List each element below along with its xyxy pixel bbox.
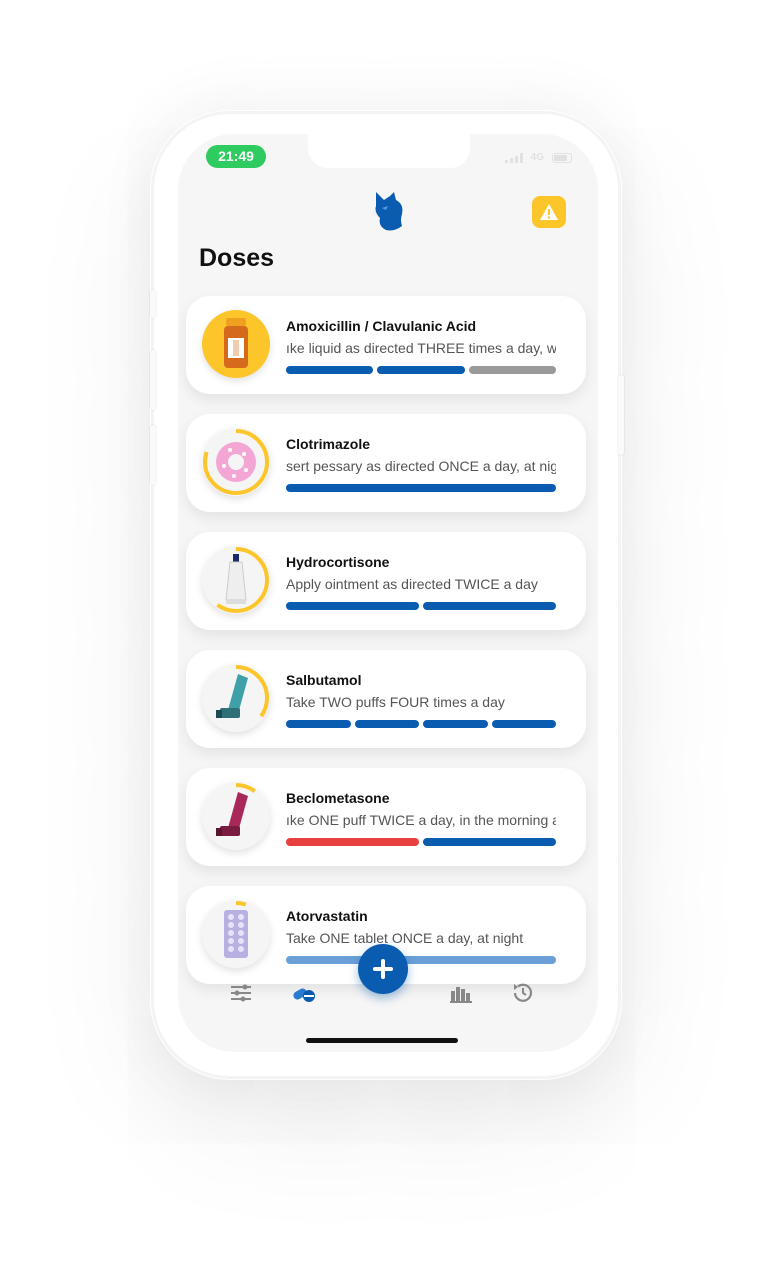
dose-bar	[423, 602, 556, 610]
dose-bar	[286, 602, 419, 610]
dose-bar	[491, 720, 556, 728]
dose-card[interactable]: Hydrocortisone Apply ointment as directe…	[186, 532, 586, 630]
pessary-ring-icon	[216, 442, 256, 482]
medication-instruction: Apply ointment as directed TWICE a day	[286, 576, 538, 592]
home-indicator	[306, 1038, 458, 1043]
medication-avatar	[202, 782, 270, 850]
add-dose-button[interactable]	[358, 944, 408, 994]
dose-progress-bars	[286, 956, 556, 964]
dose-bar	[286, 366, 374, 374]
dose-card[interactable]: Amoxicillin / Clavulanic Acid ıke liquid…	[186, 296, 586, 394]
page-title: Doses	[199, 244, 275, 272]
medication-name: Clotrimazole	[286, 436, 371, 452]
blister-pack-icon	[224, 910, 248, 958]
pills-icon	[293, 988, 315, 1002]
dose-progress-bars	[286, 838, 556, 846]
screen: 21:49 4G Doses Amoxicillin / Clavulanic	[178, 134, 598, 1052]
bar-chart-icon	[450, 987, 472, 1003]
dose-progress-bars	[286, 720, 556, 728]
dose-bar	[286, 956, 556, 964]
dose-bar	[286, 720, 351, 728]
medication-name: Amoxicillin / Clavulanic Acid	[286, 318, 477, 334]
dose-bar	[468, 366, 556, 374]
medication-avatar	[202, 900, 270, 968]
battery-icon	[552, 152, 572, 163]
inhaler-icon	[216, 792, 248, 836]
medication-instruction: Take TWO puffs FOUR times a day	[286, 694, 505, 710]
medication-avatar	[202, 664, 270, 732]
dose-card[interactable]: Salbutamol Take TWO puffs FOUR times a d…	[186, 650, 586, 748]
history-icon	[513, 983, 533, 1002]
status-time: 21:49	[206, 145, 266, 168]
dose-bar	[286, 484, 556, 492]
medicine-bottle-icon	[224, 318, 248, 368]
power-button	[618, 375, 624, 455]
medication-name: Atorvastatin	[286, 908, 368, 924]
medication-name: Salbutamol	[286, 672, 362, 688]
tab-stats[interactable]	[446, 980, 476, 1006]
dose-card[interactable]: Clotrimazole sert pessary as directed ON…	[186, 414, 586, 512]
medication-name: Hydrocortisone	[286, 554, 390, 570]
medication-instruction: ıke ONE puff TWICE a day, in the morning…	[286, 812, 556, 828]
medication-instruction: ıke liquid as directed THREE times a day…	[286, 340, 556, 356]
medication-instruction: sert pessary as directed ONCE a day, at …	[286, 458, 556, 474]
volume-up-button	[150, 350, 156, 410]
warning-icon	[540, 204, 558, 220]
tab-settings[interactable]	[226, 980, 256, 1006]
status-indicators: 4G	[504, 152, 572, 163]
dose-progress-bars	[286, 366, 556, 374]
medication-avatar	[202, 428, 270, 496]
medication-avatar	[202, 546, 270, 614]
dose-bar	[423, 720, 488, 728]
alert-button[interactable]	[532, 196, 566, 228]
signal-icon	[504, 152, 523, 163]
ointment-tube-icon	[225, 554, 247, 604]
dose-progress-bars	[286, 484, 556, 492]
tab-doses[interactable]	[289, 980, 319, 1006]
volume-down-button	[150, 425, 156, 485]
sliders-icon	[231, 984, 251, 1002]
dose-bar	[354, 720, 419, 728]
inhaler-icon	[216, 674, 248, 718]
medication-instruction: Take ONE tablet ONCE a day, at night	[286, 930, 524, 946]
mute-switch	[150, 290, 156, 318]
tab-history[interactable]	[508, 980, 538, 1006]
medication-name: Beclometasone	[286, 790, 390, 806]
dose-bar	[423, 838, 556, 846]
notch	[308, 134, 470, 168]
dose-card[interactable]: Beclometasone ıke ONE puff TWICE a day, …	[186, 768, 586, 866]
medication-avatar	[202, 310, 270, 378]
plus-icon	[373, 959, 393, 979]
dose-progress-bars	[286, 602, 556, 610]
wolf-logo-icon	[375, 192, 403, 231]
dose-bar	[377, 366, 465, 374]
dose-bar	[286, 838, 419, 846]
network-label: 4G	[530, 152, 544, 163]
